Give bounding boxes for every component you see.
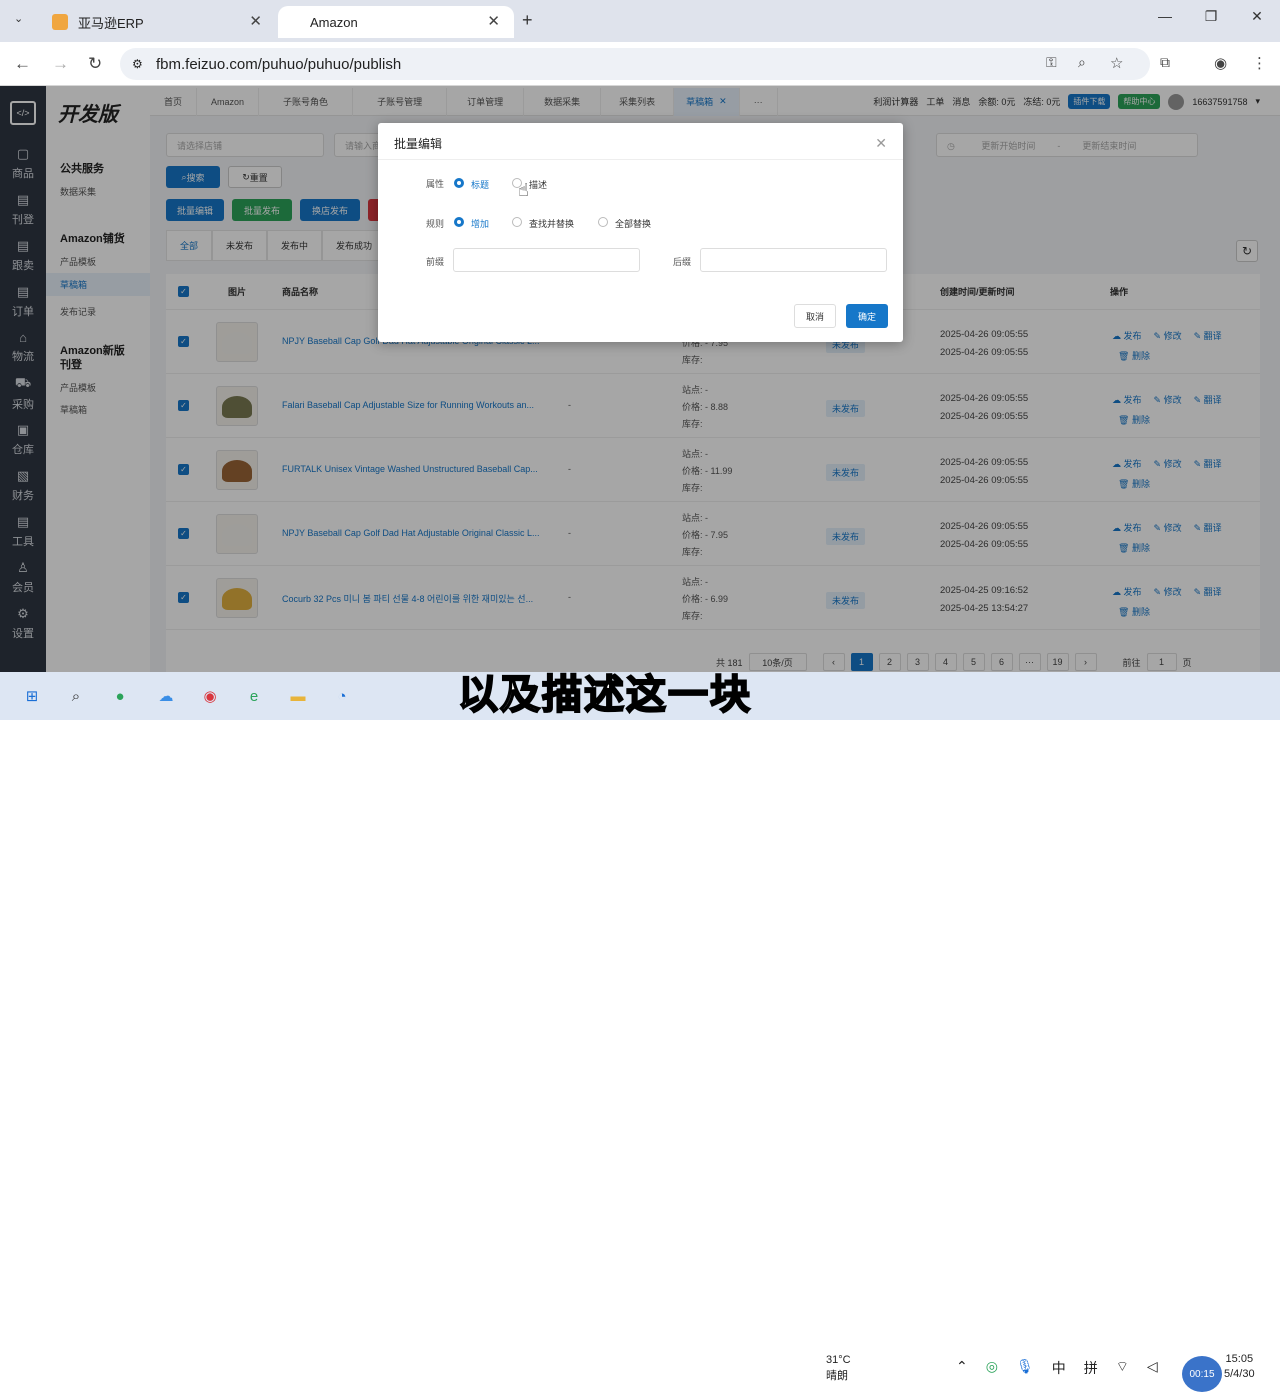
rule-find-replace-label[interactable]: 查找并替换 (529, 217, 574, 230)
suffix-label: 后缀 (673, 257, 692, 267)
batch-edit-dialog: 批量编辑 ✕ 属性 标题 描述 规则 增加 查找并替换 全部替换 前缀 后缀 取… (378, 123, 903, 342)
volume-icon[interactable]: ◁ (1147, 1358, 1158, 1378)
rule-replace-all-label[interactable]: 全部替换 (615, 217, 651, 230)
wifi-icon[interactable]: ⌔ (1116, 1358, 1129, 1378)
menu-dots-icon[interactable]: ⋮ (1252, 54, 1267, 72)
browser-tab-amazon[interactable]: Amazon ✕ (278, 6, 514, 38)
cancel-button[interactable]: 取消 (794, 304, 836, 328)
profile-icon[interactable]: ◉ (1214, 54, 1227, 72)
prefix-label: 前缀 (426, 257, 445, 267)
address-bar-row: ← → ↻ ⚙ fbm.feizuo.com/puhuo/puhuo/publi… (0, 42, 1280, 86)
wechat-icon[interactable]: ● (108, 684, 132, 708)
rule-add-radio[interactable] (454, 217, 464, 227)
rule-label: 规则 (426, 219, 445, 229)
minimize-icon[interactable]: — (1142, 8, 1188, 25)
key-icon[interactable]: ⚿ (1046, 54, 1057, 71)
window-controls: — ❐ ✕ (1142, 8, 1280, 25)
weather-widget[interactable]: 31°C 晴朗 (826, 1352, 851, 1384)
subtitle-main: 以及描述这 (457, 671, 668, 719)
browser-tab-erp[interactable]: 亚马逊ERP ✕ (38, 6, 276, 38)
new-tab-icon[interactable]: + (522, 10, 533, 31)
app-icon[interactable]: ◔ (330, 684, 354, 708)
suffix-input[interactable] (700, 248, 887, 272)
clock-date: 5/4/30 (1224, 1368, 1255, 1380)
cloud-app-icon[interactable]: ☁ (154, 684, 178, 708)
dialog-title: 批量编辑 (394, 137, 443, 151)
erp-favicon-icon (52, 14, 68, 30)
browser-tab-strip: ⌄ 亚马逊ERP ✕ Amazon ✕ + — ❐ ✕ (0, 0, 1280, 42)
zoom-icon[interactable]: ⌕ (1078, 54, 1086, 71)
ime-chinese[interactable]: 中 (1052, 1358, 1066, 1378)
reload-icon[interactable]: ↻ (88, 54, 102, 74)
confirm-button[interactable]: 确定 (846, 304, 888, 328)
attr-description-label[interactable]: 描述 (529, 178, 547, 191)
back-icon[interactable]: ← (14, 54, 31, 74)
attribute-label: 属性 (426, 179, 445, 189)
ime-pinyin[interactable]: 拼 (1084, 1358, 1098, 1378)
rule-find-replace-radio[interactable] (512, 217, 522, 227)
forward-icon[interactable]: → (52, 54, 69, 74)
close-tab-icon[interactable]: ✕ (487, 12, 500, 30)
extensions-icon[interactable]: ⧉ (1160, 54, 1170, 71)
url-field[interactable]: ⚙ fbm.feizuo.com/puhuo/puhuo/publish (120, 48, 1150, 80)
subtitle-highlight: 一块 (667, 671, 752, 719)
recording-timer: 00:15 (1182, 1356, 1222, 1392)
tab-search-icon[interactable]: ⌄ (14, 12, 23, 25)
close-tab-icon[interactable]: ✕ (249, 12, 262, 30)
weather-desc: 晴朗 (826, 1370, 848, 1382)
system-clock[interactable]: 15:05 5/4/30 (1224, 1352, 1255, 1382)
file-explorer-icon[interactable]: ▬ (286, 684, 310, 708)
hand-cursor-icon: ☝ (518, 180, 529, 200)
browser-e-icon[interactable]: e (242, 684, 266, 708)
attr-title-radio[interactable] (454, 178, 464, 188)
maximize-icon[interactable]: ❐ (1188, 8, 1234, 25)
windows-start-icon[interactable]: ⊞ (20, 684, 44, 708)
chrome-icon[interactable]: ◉ (198, 684, 222, 708)
prefix-input[interactable] (453, 248, 640, 272)
site-info-icon[interactable]: ⚙ (132, 57, 143, 71)
bookmark-star-icon[interactable]: ☆ (1110, 54, 1123, 72)
rule-replace-all-radio[interactable] (598, 217, 608, 227)
microphone-icon[interactable]: 🎙 (1016, 1358, 1034, 1378)
video-subtitle: 以及描述这一块 (457, 662, 752, 720)
system-tray: ⌃ ◎ 🎙 中 拼 ⌔ ◁ (956, 1358, 1158, 1378)
close-icon[interactable]: ✕ (875, 135, 887, 152)
close-window-icon[interactable]: ✕ (1234, 8, 1280, 25)
chevron-up-icon[interactable]: ⌃ (956, 1358, 968, 1378)
rule-add-label[interactable]: 增加 (471, 217, 489, 230)
weather-temp: 31°C (826, 1354, 851, 1366)
dialog-divider (378, 159, 903, 160)
search-icon[interactable]: ⌕ (64, 684, 88, 708)
attr-title-label[interactable]: 标题 (471, 178, 489, 191)
sync-icon[interactable]: ◎ (986, 1358, 998, 1378)
clock-time: 15:05 (1225, 1353, 1254, 1365)
